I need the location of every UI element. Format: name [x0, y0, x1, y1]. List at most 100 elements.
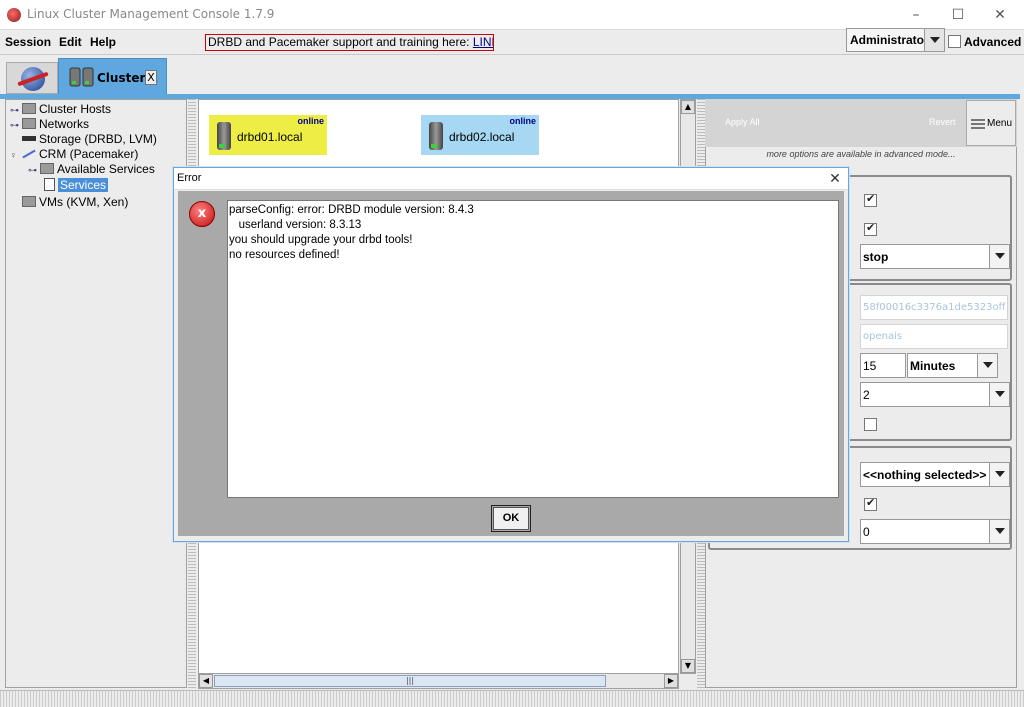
revert-button[interactable]: Revert	[929, 117, 956, 127]
advanced-toggle[interactable]: Advanced	[948, 34, 1021, 49]
disk-icon	[429, 122, 443, 150]
tree-item-label: Storage (DRBD, LVM)	[39, 132, 157, 146]
host-status: online	[509, 116, 537, 126]
folder-icon	[22, 196, 36, 207]
host-card-drbd01[interactable]: online drbd01.local	[209, 115, 327, 155]
error-message-line: you should upgrade your drbd tools!	[229, 234, 413, 246]
tree-item-crm[interactable]: ♀ CRM (Pacemaker)	[10, 147, 138, 162]
tree-item-storage[interactable]: Storage (DRBD, LVM)	[10, 132, 157, 147]
dialog-titlebar[interactable]: Error ✕	[174, 168, 848, 190]
tree-item-label: Available Services	[57, 162, 155, 176]
stack-field[interactable]: openais	[860, 324, 1008, 349]
dialog-close-button[interactable]: ✕	[824, 169, 846, 189]
dialog-title: Error	[177, 172, 202, 184]
crm-icon	[22, 149, 36, 159]
advanced-hint: more options are available in advanced m…	[766, 149, 956, 159]
dialog-body: x parseConfig: error: DRBD module versio…	[178, 191, 844, 536]
menu-edit[interactable]: Edit	[59, 35, 82, 49]
advanced-checkbox[interactable]	[948, 35, 961, 48]
chevron-down-icon[interactable]	[924, 29, 944, 51]
interval-unit-value: Minutes	[910, 359, 956, 373]
window-titlebar: Linux Cluster Management Console 1.7.9 –…	[0, 0, 1024, 30]
panel-menu-label: Menu	[987, 118, 1013, 129]
count-select[interactable]: 2	[860, 382, 1010, 407]
chevron-down-icon[interactable]	[989, 463, 1009, 486]
option-checkbox-2[interactable]	[864, 221, 877, 236]
cluster-id-value: 58f00016c3376a1de5323off	[863, 302, 1006, 313]
linbit-link[interactable]: LINBIT	[473, 35, 493, 49]
folder-icon	[22, 118, 36, 129]
server-icon	[69, 67, 94, 87]
expand-icon[interactable]: ♀	[10, 150, 22, 160]
page-icon	[44, 178, 55, 191]
tab-home[interactable]	[6, 62, 58, 94]
tab-close-button[interactable]: X	[145, 70, 157, 85]
folder-icon	[22, 103, 36, 114]
host-name: drbd01.local	[237, 130, 303, 144]
tree-item-label: Services	[58, 178, 109, 192]
app-icon	[7, 8, 21, 22]
linbit-banner: DRBD and Pacemaker support and training …	[205, 34, 494, 51]
resource-value: <<nothing selected>>	[863, 468, 987, 482]
tree-item-label: VMs (KVM, Xen)	[39, 195, 129, 209]
cluster-id-field[interactable]: 58f00016c3376a1de5323off	[860, 295, 1008, 320]
user-mode-value: Administrator	[850, 33, 929, 47]
number-value: 0	[863, 525, 870, 539]
error-message-line: userland version: 8.3.13	[229, 219, 362, 231]
interval-unit-select[interactable]: Minutes	[907, 353, 998, 378]
bottom-strip	[0, 690, 1024, 707]
maximize-button[interactable]: ☐	[938, 2, 978, 28]
host-card-drbd02[interactable]: online drbd02.local	[421, 115, 539, 155]
interval-value: 15	[863, 359, 877, 373]
user-mode-select[interactable]: Administrator	[846, 28, 945, 52]
scroll-right-icon[interactable]: ▶	[664, 674, 678, 688]
tab-cluster[interactable]: Cluster 1 X	[58, 58, 167, 96]
banner-text: DRBD and Pacemaker support and training …	[208, 35, 473, 49]
chevron-down-icon[interactable]	[989, 520, 1009, 543]
chevron-down-icon[interactable]	[989, 383, 1009, 406]
minimize-button[interactable]: –	[896, 2, 936, 28]
scroll-thumb[interactable]: |||	[214, 675, 606, 687]
menu-help[interactable]: Help	[90, 35, 116, 49]
tree-item-available-services[interactable]: ⊶ Available Services	[28, 162, 155, 177]
tree-item-cluster-hosts[interactable]: ⊶ Cluster Hosts	[10, 102, 111, 117]
policy-select[interactable]: stop	[860, 244, 1010, 269]
chevron-down-icon[interactable]	[977, 354, 997, 377]
menu-session[interactable]: Session	[5, 35, 51, 49]
host-name: drbd02.local	[449, 130, 515, 144]
number-select[interactable]: 0	[860, 519, 1010, 544]
option-checkbox-1[interactable]	[864, 192, 877, 207]
graph-horizontal-scrollbar[interactable]: ◀ ||| ▶	[198, 673, 679, 689]
resource-select[interactable]: <<nothing selected>>	[860, 462, 1010, 487]
error-message-area[interactable]: parseConfig: error: DRBD module version:…	[227, 200, 839, 498]
error-dialog: Error ✕ x parseConfig: error: DRBD modul…	[173, 167, 849, 542]
globe-icon	[21, 67, 45, 91]
key-icon[interactable]: ⊶	[10, 105, 22, 116]
tree-item-services[interactable]: Services	[44, 178, 109, 193]
stack-value: openais	[863, 331, 903, 342]
close-window-button[interactable]: ✕	[980, 2, 1020, 28]
ok-button[interactable]: OK	[491, 505, 531, 532]
apply-all-button[interactable]: Apply All	[725, 117, 760, 127]
host-status: online	[297, 116, 325, 126]
scroll-down-icon[interactable]: ▼	[681, 659, 695, 673]
tree-item-networks[interactable]: ⊶ Networks	[10, 117, 89, 132]
interval-input[interactable]: 15	[860, 353, 906, 378]
error-message-line: parseConfig: error: DRBD module version:…	[229, 204, 474, 216]
policy-value: stop	[863, 250, 889, 264]
disk-icon	[217, 122, 231, 150]
scroll-left-icon[interactable]: ◀	[199, 674, 213, 688]
option-checkbox-4[interactable]	[864, 496, 877, 511]
tree-item-vms[interactable]: VMs (KVM, Xen)	[10, 195, 128, 210]
panel-menu-button[interactable]: Menu	[966, 100, 1016, 146]
key-icon[interactable]: ⊶	[28, 165, 40, 176]
menu-icon	[971, 119, 985, 129]
chevron-down-icon[interactable]	[989, 245, 1009, 268]
advanced-label: Advanced	[964, 34, 1022, 49]
scroll-up-icon[interactable]: ▲	[681, 100, 695, 114]
tree-item-label: CRM (Pacemaker)	[39, 147, 139, 161]
window-title: Linux Cluster Management Console 1.7.9	[27, 7, 275, 21]
key-icon[interactable]: ⊶	[10, 120, 22, 131]
folder-icon	[40, 163, 54, 174]
option-checkbox-3[interactable]	[864, 418, 877, 431]
